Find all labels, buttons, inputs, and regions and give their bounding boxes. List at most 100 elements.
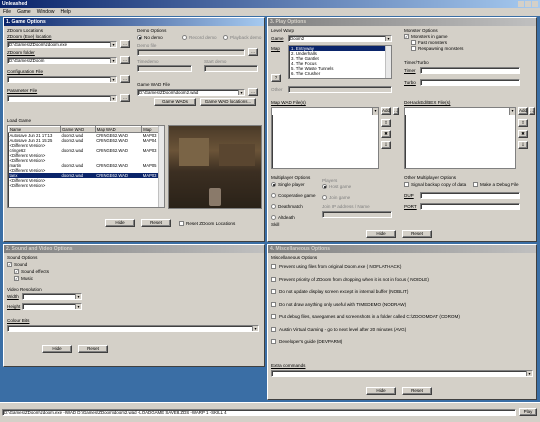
port-field[interactable]	[420, 203, 520, 210]
misc-option-checkbox[interactable]	[271, 264, 276, 269]
map-list-scrollbar[interactable]	[385, 46, 391, 78]
sound-checkbox[interactable]: ✓	[7, 262, 12, 267]
deathmatch-radio[interactable]	[271, 204, 276, 209]
dehacked-input[interactable]: ▾	[405, 108, 515, 115]
menu-game[interactable]: Game	[14, 8, 34, 16]
deh-remove-icon[interactable]: ✖	[518, 130, 528, 138]
coop-radio[interactable]	[271, 193, 276, 198]
host-game-radio[interactable]	[322, 184, 327, 189]
start-demo-field[interactable]	[204, 65, 258, 72]
play-reset-button[interactable]: Reset	[402, 230, 432, 238]
music-checkbox[interactable]: ✓	[14, 276, 19, 281]
single-player-radio[interactable]	[271, 182, 276, 187]
reset-locations-checkbox[interactable]	[179, 221, 184, 226]
misc-option-checkbox[interactable]	[271, 339, 276, 344]
maximize-icon[interactable]	[525, 1, 531, 7]
join-ip-field[interactable]	[322, 211, 392, 218]
map-item[interactable]: 6. The Crusher	[289, 71, 391, 76]
dehacked-list[interactable]: ▾	[404, 107, 516, 169]
browse-exe-button[interactable]: …	[120, 40, 130, 48]
other-field[interactable]	[288, 86, 392, 93]
close-icon[interactable]	[532, 1, 538, 7]
chevron-down-icon[interactable]: ▾	[526, 371, 532, 376]
game-wads-button[interactable]: Game WADs	[154, 98, 196, 106]
sound-reset-button[interactable]: Reset	[78, 345, 108, 353]
sound-video-titlebar[interactable]: 2. Sound and Video Options	[4, 245, 264, 253]
game-options-titlebar[interactable]: 1. Game Options	[4, 18, 264, 26]
config-file-field[interactable]: ▾	[7, 76, 117, 83]
misc-option-checkbox[interactable]	[271, 326, 276, 332]
width-field[interactable]: ▾	[22, 293, 82, 300]
demo-file-field[interactable]	[137, 49, 245, 56]
map-list[interactable]: 1. Entryway 2. Underhalls 3. The Gantlet…	[288, 45, 392, 79]
debug-file-checkbox[interactable]	[473, 182, 478, 187]
move-up-icon[interactable]: ⇧	[381, 119, 391, 127]
game-wad-field[interactable]: D:\Games\ZDoom\doom2.wad ▾	[137, 89, 245, 96]
game-wad-locations-button[interactable]: Game WAD locations...	[200, 98, 256, 106]
turbo-field[interactable]	[420, 79, 520, 86]
browse-wad-button[interactable]: …	[248, 88, 258, 96]
misc-hide-button[interactable]: Hide	[366, 387, 396, 395]
misc-reset-button[interactable]: Reset	[402, 387, 432, 395]
playback-demo-radio[interactable]	[223, 35, 228, 40]
game-reset-button[interactable]: Reset	[141, 219, 171, 227]
sound-effects-checkbox[interactable]: ✓	[14, 269, 19, 274]
record-demo-radio[interactable]	[182, 35, 187, 40]
no-demo-radio[interactable]	[137, 35, 142, 40]
window-controls[interactable]	[518, 1, 538, 7]
play-options-titlebar[interactable]: 3. Play Options	[268, 18, 536, 26]
misc-option-checkbox[interactable]	[271, 276, 276, 282]
play-hide-button[interactable]: Hide	[366, 230, 396, 238]
sound-hide-button[interactable]: Hide	[42, 345, 72, 353]
help-button[interactable]: ?	[271, 74, 281, 82]
menu-help[interactable]: Help	[57, 8, 73, 16]
browse-param-button[interactable]: …	[120, 94, 130, 102]
monsters-in-game-checkbox[interactable]: ✓	[404, 34, 409, 39]
minimize-icon[interactable]	[518, 1, 524, 7]
play-button[interactable]: Play	[519, 408, 537, 416]
game-select[interactable]: Doom2 ▾	[288, 35, 392, 42]
zdoom-folder-field[interactable]: D:\Games\ZDoom ▾	[7, 57, 117, 64]
menu-window[interactable]: Window	[34, 8, 58, 16]
game-hide-button[interactable]: Hide	[105, 219, 135, 227]
map-wad-add-button[interactable]: Add	[381, 107, 391, 115]
join-game-radio[interactable]	[322, 195, 327, 200]
browse-dehacked-button[interactable]: …	[529, 107, 535, 115]
remove-icon[interactable]: ✖	[381, 130, 391, 138]
backup-copy-checkbox[interactable]	[404, 182, 409, 187]
extra-commands-field[interactable]: ▾	[271, 370, 533, 377]
chevron-down-icon[interactable]: ▾	[509, 108, 515, 115]
timedemo-field[interactable]	[137, 65, 192, 72]
command-line-field[interactable]: D:\Games\ZDoom\zdoom.exe -IWAD D:\Games\…	[2, 409, 516, 416]
respawning-monsters-checkbox[interactable]	[411, 46, 416, 51]
chevron-down-icon[interactable]: ▾	[385, 36, 391, 41]
exe-location-field[interactable]: D:\Games\ZDoom\zdoom.exe ▾	[7, 41, 117, 48]
browse-map-wad-button[interactable]: …	[393, 107, 399, 115]
chevron-down-icon[interactable]: ▾	[110, 96, 116, 101]
chevron-down-icon[interactable]: ▾	[110, 77, 116, 82]
map-wad-input[interactable]: ▾	[272, 108, 378, 115]
chevron-down-icon[interactable]: ▾	[75, 304, 81, 309]
menu-file[interactable]: File	[0, 8, 14, 16]
dehacked-add-button[interactable]: Add	[518, 107, 528, 115]
chevron-down-icon[interactable]: ▾	[252, 326, 258, 331]
load-game-scrollbar[interactable]	[158, 126, 164, 207]
misc-options-titlebar[interactable]: 4. Miscellaneous Options	[268, 245, 536, 253]
param-file-field[interactable]: ▾	[7, 95, 117, 102]
deh-move-up-icon[interactable]: ⇧	[518, 119, 528, 127]
chevron-down-icon[interactable]: ▾	[75, 294, 81, 299]
map-wad-list[interactable]: ▾	[271, 107, 379, 169]
timer-field[interactable]	[420, 67, 520, 74]
browse-config-button[interactable]: …	[120, 75, 130, 83]
misc-option-checkbox[interactable]	[271, 289, 276, 294]
load-game-table[interactable]: Name Game WAD Map WAD Map Autosave Jun 2…	[7, 125, 165, 208]
colour-bits-field[interactable]: ▾	[7, 325, 259, 332]
move-down-icon[interactable]: ⇩	[381, 141, 391, 149]
deh-move-down-icon[interactable]: ⇩	[518, 141, 528, 149]
misc-option-checkbox[interactable]	[271, 314, 276, 319]
chevron-down-icon[interactable]: ▾	[110, 58, 116, 63]
altdeath-radio[interactable]	[271, 215, 276, 220]
fast-monsters-checkbox[interactable]	[411, 40, 416, 45]
chevron-down-icon[interactable]: ▾	[372, 108, 378, 115]
table-row[interactable]: <Different Version>	[9, 183, 164, 188]
